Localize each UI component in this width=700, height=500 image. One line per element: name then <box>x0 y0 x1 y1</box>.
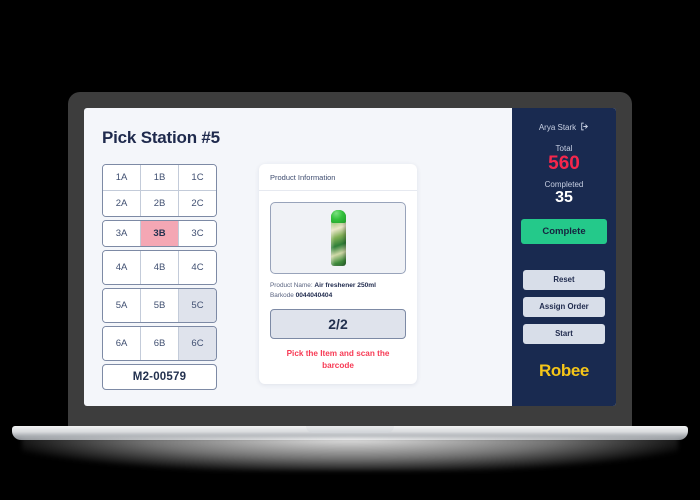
bin-cell-4b[interactable]: 4B <box>141 251 179 284</box>
reset-button[interactable]: Reset <box>523 269 605 290</box>
bin-row: 1A 1B 1C <box>103 165 216 191</box>
product-name-label: Product Name: <box>270 282 313 289</box>
screenshot-stage: Pick Station #5 1A 1B 1C 2A 2B 2C 3A 3B 3C 4A 4B 4C… <box>0 0 700 500</box>
bin-group: 4A 4B 4C <box>102 250 217 285</box>
bin-cell-6a[interactable]: 6A <box>103 327 141 360</box>
bin-cell-3b[interactable]: 3B <box>141 221 179 246</box>
tote-id-label: M2-00579 <box>102 364 217 390</box>
bin-cell-4c[interactable]: 4C <box>179 251 216 284</box>
bin-cell-3a[interactable]: 3A <box>103 221 141 246</box>
sidebar-action-buttons: Reset Assign Order Start <box>523 269 605 351</box>
laptop-screen: Pick Station #5 1A 1B 1C 2A 2B 2C 3A 3B 3C 4A 4B 4C… <box>84 108 616 406</box>
bin-cell-3c[interactable]: 3C <box>179 221 216 246</box>
pick-instruction-text: Pick the Item and scan the barcode <box>286 349 390 370</box>
product-card-body: Product Name: Air freshener 250ml Barkod… <box>259 191 417 384</box>
bin-group: 5A 5B 5C <box>102 288 217 323</box>
content-row: 1A 1B 1C 2A 2B 2C 3A 3B 3C 4A 4B 4C 5A 5B 5C 6A 6B 6C M2-… <box>102 164 498 390</box>
bin-group: 6A 6B 6C <box>102 326 217 361</box>
product-name-value: Air freshener 250ml <box>314 282 376 289</box>
total-value: 560 <box>548 153 580 174</box>
bin-cell-2c[interactable]: 2C <box>179 191 216 216</box>
bin-row: 5A 5B 5C <box>103 289 216 322</box>
bin-cell-1a[interactable]: 1A <box>103 165 141 190</box>
user-row[interactable]: Arya Stark <box>539 122 589 133</box>
user-name-label: Arya Stark <box>538 123 577 132</box>
bin-row: 2A 2B 2C <box>103 191 216 216</box>
completed-value: 35 <box>555 188 573 206</box>
bin-cell-5c[interactable]: 5C <box>179 289 216 322</box>
laptop-lid: Pick Station #5 1A 1B 1C 2A 2B 2C 3A 3B 3C 4A 4B 4C… <box>68 92 632 428</box>
bin-cell-2b[interactable]: 2B <box>141 191 179 216</box>
right-sidebar: Arya Stark Total 560 Completed 35 Comple… <box>512 108 616 406</box>
can-cap <box>330 210 346 223</box>
product-name-row: Product Name: Air freshener 250ml <box>270 281 406 291</box>
completed-label: Completed <box>544 179 584 189</box>
start-button[interactable]: Start <box>523 323 605 344</box>
bin-cell-5b[interactable]: 5B <box>141 289 179 322</box>
product-barcode-label: Barkode <box>270 292 294 300</box>
bin-row: 6A 6B 6C <box>103 327 216 360</box>
bin-cell-2a[interactable]: 2A <box>103 191 141 216</box>
total-label: Total <box>555 144 573 153</box>
robee-logo: Robee <box>539 360 589 380</box>
pick-count-box[interactable]: 2/2 <box>270 309 406 340</box>
bin-row: 4A 4B 4C <box>103 251 216 284</box>
assign-order-button[interactable]: Assign Order <box>523 296 605 317</box>
product-card-title: Product Information <box>259 164 417 191</box>
product-barcode-value: 0044040404 <box>295 292 333 300</box>
page-title: Pick Station #5 <box>102 128 220 147</box>
bin-row: 3A 3B 3C <box>103 221 216 246</box>
product-image-box <box>270 202 406 274</box>
product-information-card: Product Information Product Name: Air fr… <box>259 164 417 384</box>
product-meta: Product Name: Air freshener 250ml Barkod… <box>270 281 406 301</box>
bin-grid-panel: 1A 1B 1C 2A 2B 2C 3A 3B 3C 4A 4B 4C 5A 5B 5C 6A 6B 6C M2-… <box>102 164 217 390</box>
product-barcode-row: Barkode 0044040404 <box>270 291 406 301</box>
bin-groups: 1A 1B 1C 2A 2B 2C 3A 3B 3C 4A 4B 4C 5A 5B 5C 6A 6B 6C <box>102 164 217 361</box>
laptop-shadow <box>22 437 678 471</box>
bin-cell-1c[interactable]: 1C <box>179 165 216 190</box>
bin-cell-4a[interactable]: 4A <box>103 251 141 284</box>
main-content: Pick Station #5 1A 1B 1C 2A 2B 2C 3A 3B 3C 4A 4B 4C… <box>84 108 512 406</box>
bin-cell-5a[interactable]: 5A <box>103 289 141 322</box>
complete-button[interactable]: Complete <box>521 218 607 244</box>
bin-cell-6b[interactable]: 6B <box>141 327 179 360</box>
logout-icon[interactable] <box>580 122 589 133</box>
bin-cell-6c[interactable]: 6C <box>179 327 216 360</box>
air-freshener-can-image <box>330 210 346 266</box>
bin-group: 3A 3B 3C <box>102 220 217 247</box>
bin-cell-1b[interactable]: 1B <box>141 165 179 190</box>
laptop-base-notch <box>306 426 394 433</box>
bin-group: 1A 1B 1C 2A 2B 2C <box>102 164 217 217</box>
